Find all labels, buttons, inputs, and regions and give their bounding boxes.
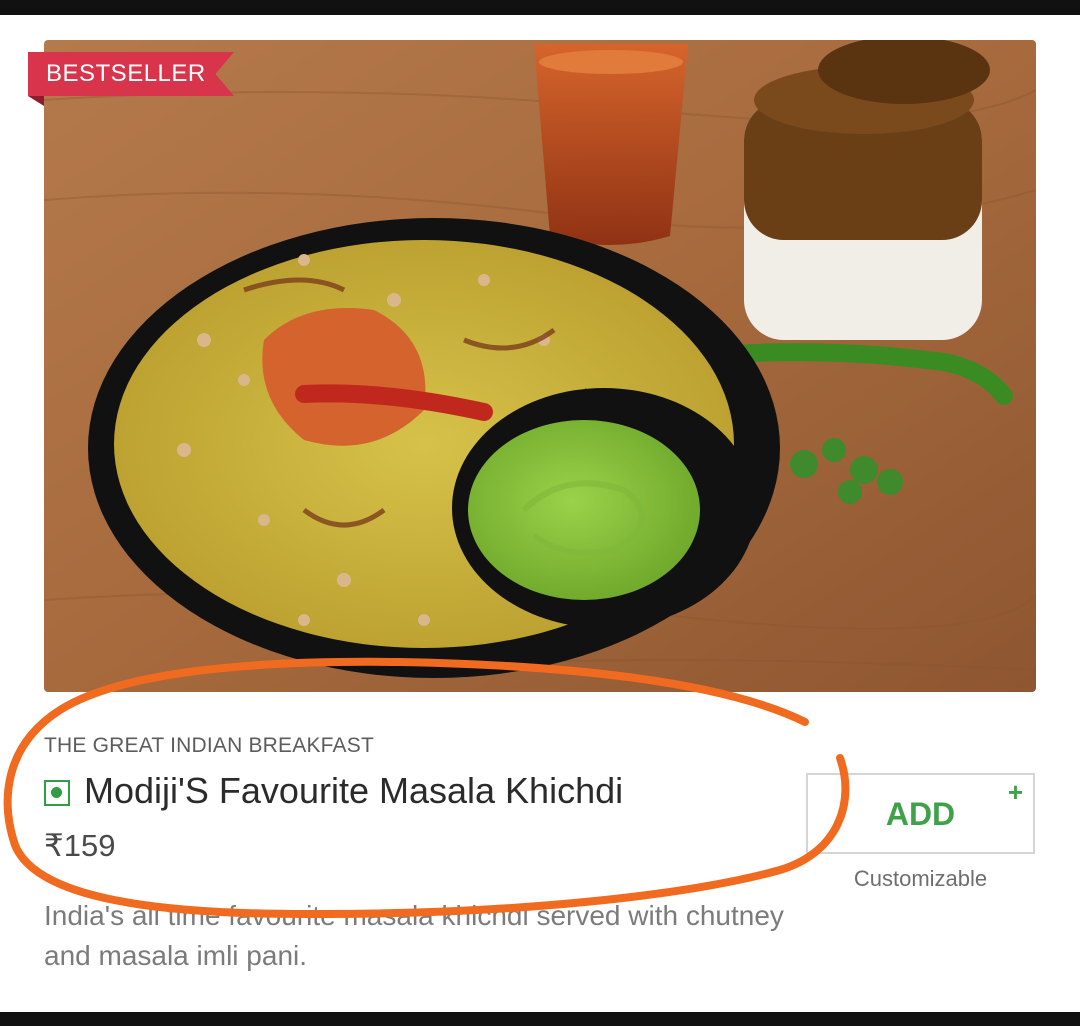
- customizable-note: Customizable: [853, 866, 988, 891]
- bestseller-badge: BESTSELLER: [28, 52, 234, 96]
- badge-fold: [28, 96, 44, 106]
- top-system-bar: [0, 0, 1080, 15]
- item-category: THE GREAT INDIAN BREAKFAST: [44, 734, 374, 757]
- item-description: India's all time favourite masala khichd…: [44, 900, 784, 971]
- bottom-system-bar: [0, 1012, 1080, 1026]
- plus-icon: +: [1007, 777, 1023, 807]
- add-button-label: ADD: [885, 796, 956, 832]
- add-button[interactable]: ADD +: [806, 773, 1035, 854]
- item-price: ₹159: [44, 828, 116, 863]
- veg-icon: [44, 780, 70, 806]
- dish-photo[interactable]: [44, 40, 1036, 692]
- item-title[interactable]: Modiji'S Favourite Masala Khichdi: [84, 770, 623, 812]
